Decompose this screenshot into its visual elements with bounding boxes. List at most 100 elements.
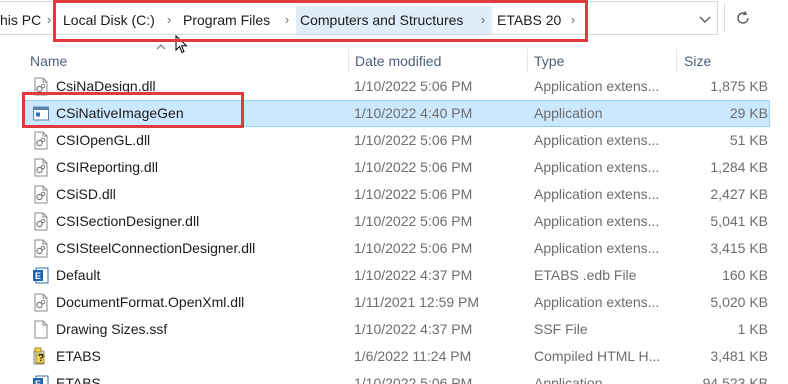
file-row[interactable]: CSIReporting.dll 1/10/2022 5:06 PM Appli… <box>0 154 788 181</box>
dll-file-icon <box>34 131 48 150</box>
file-row[interactable]: E Default 1/10/2022 4:37 PM ETABS .edb F… <box>0 262 788 289</box>
file-row[interactable]: CSIOpenGL.dll 1/10/2022 5:06 PM Applicat… <box>0 127 788 154</box>
file-type: Application extens... <box>534 186 660 202</box>
file-name: CSISteelConnectionDesigner.dll <box>56 240 256 256</box>
file-type: Application <box>534 105 603 121</box>
file-type: Application <box>534 375 603 384</box>
file-date: 1/10/2022 4:37 PM <box>354 321 473 337</box>
svg-text:?: ? <box>38 353 44 364</box>
file-row[interactable]: ? ETABS 1/6/2022 11:24 PM Compiled HTML … <box>0 343 788 370</box>
breadcrumb-program-files[interactable]: Program Files <box>183 10 270 30</box>
etabs-file-icon: E <box>33 375 49 384</box>
file-row[interactable]: DocumentFormat.OpenXml.dll 1/11/2021 12:… <box>0 289 788 316</box>
file-name: CsiNaDesign.dll <box>56 78 156 94</box>
file-name: DocumentFormat.OpenXml.dll <box>56 294 245 310</box>
file-name: CSISectionDesigner.dll <box>56 213 200 229</box>
file-row-selected[interactable]: CSiNativeImageGen 1/10/2022 4:40 PM Appl… <box>0 100 788 127</box>
breadcrumb-computers-and-structures[interactable]: Computers and Structures <box>300 10 463 30</box>
file-date: 1/10/2022 5:06 PM <box>354 132 473 148</box>
file-date: 1/10/2022 5:06 PM <box>354 78 473 94</box>
svg-text:E: E <box>35 271 41 281</box>
file-name: ETABS <box>56 348 101 364</box>
etabs-file-icon: E <box>33 267 49 284</box>
file-type: Compiled HTML H... <box>534 348 661 364</box>
file-type: Application extens... <box>534 159 660 175</box>
file-row[interactable]: CSISteelConnectionDesigner.dll 1/10/2022… <box>0 235 788 262</box>
file-date: 1/10/2022 5:06 PM <box>354 375 473 384</box>
vertical-scrollbar[interactable] <box>772 73 788 384</box>
file-size: 5,020 KB <box>710 294 768 310</box>
column-divider[interactable] <box>527 49 528 73</box>
file-date: 1/10/2022 5:06 PM <box>354 186 473 202</box>
file-size: 1 KB <box>737 321 768 337</box>
file-list: CsiNaDesign.dll 1/10/2022 5:06 PM Applic… <box>0 73 788 384</box>
column-divider[interactable] <box>676 49 677 73</box>
address-history-dropdown[interactable] <box>694 8 716 32</box>
file-type: ETABS .edb File <box>534 267 637 283</box>
dll-file-icon <box>34 158 48 177</box>
file-name: CSiNativeImageGen <box>56 105 184 121</box>
file-date: 1/10/2022 5:06 PM <box>354 159 473 175</box>
file-size: 29 KB <box>729 105 768 121</box>
breadcrumb-chevron-icon[interactable]: › <box>44 10 54 30</box>
help-file-icon: ? <box>33 347 45 365</box>
refresh-icon <box>736 11 749 24</box>
file-row[interactable]: CsiNaDesign.dll 1/10/2022 5:06 PM Applic… <box>0 73 788 100</box>
file-size: 5,041 KB <box>710 213 768 229</box>
file-date: 1/10/2022 5:06 PM <box>354 240 473 256</box>
file-row[interactable]: CSISectionDesigner.dll 1/10/2022 5:06 PM… <box>0 208 788 235</box>
column-header-size[interactable]: Size <box>684 52 711 70</box>
column-divider[interactable] <box>348 49 349 73</box>
file-name: Default <box>56 267 101 283</box>
address-bar-row: his PC › Local Disk (C:) › Program Files… <box>0 0 788 38</box>
refresh-button[interactable] <box>724 3 760 33</box>
chevron-down-icon <box>699 16 711 23</box>
file-type: Application extens... <box>534 294 660 310</box>
file-size: 3,481 KB <box>710 348 768 364</box>
file-name: Drawing Sizes.ssf <box>56 321 168 337</box>
column-header-row: Name Date modified Type Size <box>0 49 788 73</box>
dll-file-icon <box>34 77 48 96</box>
file-size: 1,284 KB <box>710 159 768 175</box>
file-row[interactable]: Drawing Sizes.ssf 1/10/2022 4:37 PM SSF … <box>0 316 788 343</box>
file-name: CSIReporting.dll <box>56 159 158 175</box>
file-size: 160 KB <box>722 267 768 283</box>
file-size: 1,875 KB <box>710 78 768 94</box>
file-date: 1/11/2021 12:59 PM <box>354 294 480 310</box>
file-date: 1/10/2022 4:40 PM <box>354 105 473 121</box>
file-size: 51 KB <box>729 132 768 148</box>
column-header-name[interactable]: Name <box>30 52 67 70</box>
file-row[interactable]: CSiSD.dll 1/10/2022 5:06 PM Application … <box>0 181 788 208</box>
file-date: 1/10/2022 4:37 PM <box>354 267 473 283</box>
file-date: 1/10/2022 5:06 PM <box>354 213 473 229</box>
file-name: CSiSD.dll <box>56 186 116 202</box>
file-size: 94,523 KB <box>702 375 768 384</box>
file-date: 1/6/2022 11:24 PM <box>354 348 472 364</box>
file-type: Application extens... <box>534 213 660 229</box>
file-explorer-window: his PC › Local Disk (C:) › Program Files… <box>0 0 788 384</box>
file-type: SSF File <box>534 321 588 337</box>
file-type: Application extens... <box>534 78 660 94</box>
file-size: 2,427 KB <box>710 186 768 202</box>
svg-text:E: E <box>35 379 41 384</box>
file-size: 3,415 KB <box>710 240 768 256</box>
file-row[interactable]: E ETABS 1/10/2022 5:06 PM Application 94… <box>0 370 788 384</box>
file-name: CSIOpenGL.dll <box>56 132 151 148</box>
file-type: Application extens... <box>534 132 660 148</box>
application-icon <box>33 106 49 121</box>
address-bar[interactable]: his PC › Local Disk (C:) › Program Files… <box>0 1 718 35</box>
dll-file-icon <box>34 293 48 312</box>
breadcrumb-chevron-icon[interactable]: › <box>478 10 488 30</box>
breadcrumb-this-pc[interactable]: his PC <box>0 10 41 30</box>
file-type: Application extens... <box>534 240 660 256</box>
breadcrumb-local-disk[interactable]: Local Disk (C:) <box>63 10 155 30</box>
column-header-date-modified[interactable]: Date modified <box>355 52 441 70</box>
breadcrumb-etabs-20[interactable]: ETABS 20 <box>497 10 561 30</box>
blank-file-icon <box>34 320 48 339</box>
file-name: ETABS <box>56 375 101 384</box>
breadcrumb-chevron-icon[interactable]: › <box>164 10 174 30</box>
breadcrumb-chevron-icon[interactable]: › <box>568 10 578 30</box>
breadcrumb-chevron-icon[interactable]: › <box>282 10 292 30</box>
column-header-type[interactable]: Type <box>534 52 564 70</box>
dll-file-icon <box>34 185 48 204</box>
